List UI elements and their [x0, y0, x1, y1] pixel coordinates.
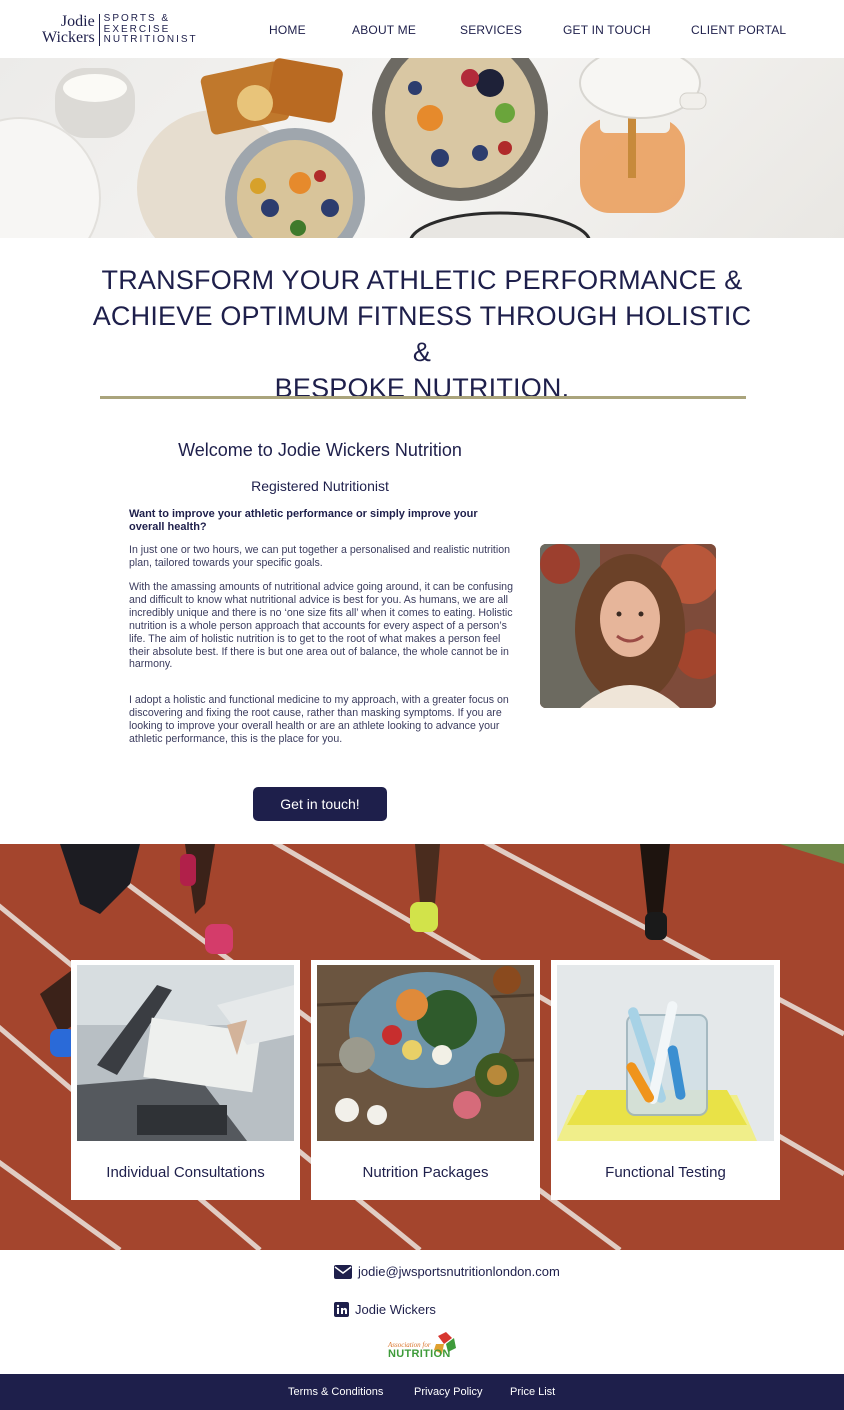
- envelope-icon: [334, 1264, 352, 1279]
- footer-terms-link[interactable]: Terms & Conditions: [288, 1386, 383, 1398]
- linkedin-contact[interactable]: Jodie Wickers: [334, 1302, 436, 1317]
- service-card-label: Nutrition Packages: [362, 1164, 489, 1181]
- nav-client-portal[interactable]: CLIENT PORTAL: [691, 23, 786, 37]
- main-nav: HOME ABOUT ME SERVICES GET IN TOUCH CLIE…: [0, 23, 844, 39]
- service-card-nutrition-packages[interactable]: Nutrition Packages: [311, 960, 540, 1200]
- nav-services[interactable]: SERVICES: [460, 23, 522, 37]
- welcome-lead: Want to improve your athletic performanc…: [129, 508, 478, 533]
- footer-bar: Terms & Conditions Privacy Policy Price …: [0, 1374, 844, 1410]
- email-address: jodie@jwsportsnutritionlondon.com: [358, 1264, 560, 1279]
- footer-price-list-link[interactable]: Price List: [510, 1386, 555, 1398]
- email-contact[interactable]: jodie@jwsportsnutritionlondon.com: [334, 1264, 560, 1279]
- welcome-title: Welcome to Jodie Wickers Nutrition: [178, 440, 462, 460]
- section-divider: [100, 396, 746, 399]
- service-card-label: Functional Testing: [605, 1164, 726, 1181]
- welcome-paragraph-2: With the amassing amounts of nutritional…: [129, 581, 513, 671]
- nav-about-me[interactable]: ABOUT ME: [352, 23, 416, 37]
- association-for-nutrition-badge: Association for NUTRITION: [386, 1332, 458, 1360]
- welcome-paragraph-3: I adopt a holistic and functional medici…: [129, 694, 509, 745]
- nutritionist-portrait: [540, 544, 716, 708]
- page-headline: TRANSFORM YOUR ATHLETIC PERFORMANCE & AC…: [90, 262, 754, 406]
- consultations-image: [77, 965, 294, 1141]
- badge-big-text: NUTRITION: [388, 1348, 451, 1360]
- headline-line-2: ACHIEVE OPTIMUM FITNESS THROUGH HOLISTIC…: [92, 301, 752, 367]
- site-header: Jodie Wickers SPORTS & EXERCISE NUTRITIO…: [0, 0, 844, 58]
- linkedin-icon: [334, 1302, 349, 1317]
- welcome-subtitle: Registered Nutritionist: [251, 478, 389, 494]
- service-card-functional-testing[interactable]: Functional Testing: [551, 960, 780, 1200]
- get-in-touch-button[interactable]: Get in touch!: [253, 787, 387, 821]
- nav-home[interactable]: HOME: [269, 23, 306, 37]
- linkedin-name: Jodie Wickers: [355, 1302, 436, 1317]
- functional-testing-image: [557, 965, 774, 1141]
- headline-line-1: TRANSFORM YOUR ATHLETIC PERFORMANCE &: [101, 265, 743, 295]
- nav-get-in-touch[interactable]: GET IN TOUCH: [563, 23, 651, 37]
- service-card-label: Individual Consultations: [106, 1164, 265, 1181]
- nutrition-packages-image: [317, 965, 534, 1141]
- service-card-consultations[interactable]: Individual Consultations: [71, 960, 300, 1200]
- welcome-paragraph-1: In just one or two hours, we can put tog…: [129, 544, 511, 569]
- hero-banner-image: [0, 58, 844, 238]
- footer-privacy-link[interactable]: Privacy Policy: [414, 1386, 482, 1398]
